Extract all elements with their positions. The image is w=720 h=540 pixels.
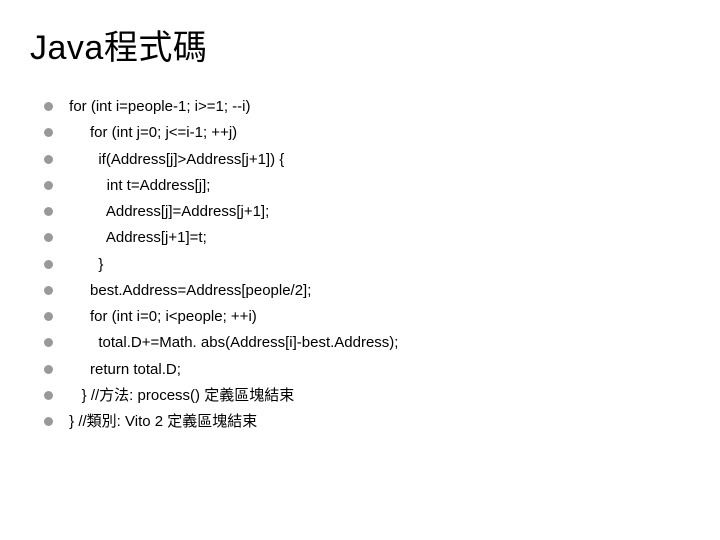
code-line: return total.D; [65, 360, 181, 380]
list-item: best.Address=Address[people/2]; [44, 281, 690, 301]
code-line: } //類別: Vito 2 定義區塊結束 [65, 412, 257, 432]
bullet-icon [44, 155, 53, 164]
bullet-icon [44, 391, 53, 400]
bullet-icon [44, 207, 53, 216]
code-line: for (int i=0; i<people; ++i) [65, 307, 257, 327]
code-line: Address[j+1]=t; [65, 228, 207, 248]
list-item: Address[j+1]=t; [44, 228, 690, 248]
bullet-icon [44, 365, 53, 374]
code-line: int t=Address[j]; [65, 176, 210, 196]
code-line: } [65, 255, 103, 275]
code-line: if(Address[j]>Address[j+1]) { [65, 150, 284, 170]
bullet-icon [44, 286, 53, 295]
list-item: return total.D; [44, 360, 690, 380]
page-title: Java程式碼 [30, 20, 690, 69]
bullet-icon [44, 128, 53, 137]
bullet-icon [44, 312, 53, 321]
slide: Java程式碼 for (int i=people-1; i>=1; --i) … [0, 0, 720, 540]
list-item: for (int i=people-1; i>=1; --i) [44, 97, 690, 117]
code-line: } //方法: process() 定義區塊結束 [65, 386, 294, 406]
list-item: Address[j]=Address[j+1]; [44, 202, 690, 222]
code-line: for (int i=people-1; i>=1; --i) [65, 97, 251, 117]
bullet-icon [44, 102, 53, 111]
code-line: best.Address=Address[people/2]; [65, 281, 311, 301]
bullet-icon [44, 417, 53, 426]
list-item: } [44, 255, 690, 275]
bullet-icon [44, 338, 53, 347]
list-item: total.D+=Math. abs(Address[i]-best.Addre… [44, 333, 690, 353]
code-line: for (int j=0; j<=i-1; ++j) [65, 123, 237, 143]
list-item: } //方法: process() 定義區塊結束 [44, 386, 690, 406]
list-item: for (int j=0; j<=i-1; ++j) [44, 123, 690, 143]
list-item: if(Address[j]>Address[j+1]) { [44, 150, 690, 170]
list-item: for (int i=0; i<people; ++i) [44, 307, 690, 327]
code-list: for (int i=people-1; i>=1; --i) for (int… [30, 97, 690, 432]
list-item: } //類別: Vito 2 定義區塊結束 [44, 412, 690, 432]
bullet-icon [44, 260, 53, 269]
code-line: total.D+=Math. abs(Address[i]-best.Addre… [65, 333, 398, 353]
list-item: int t=Address[j]; [44, 176, 690, 196]
bullet-icon [44, 181, 53, 190]
bullet-icon [44, 233, 53, 242]
code-line: Address[j]=Address[j+1]; [65, 202, 269, 222]
